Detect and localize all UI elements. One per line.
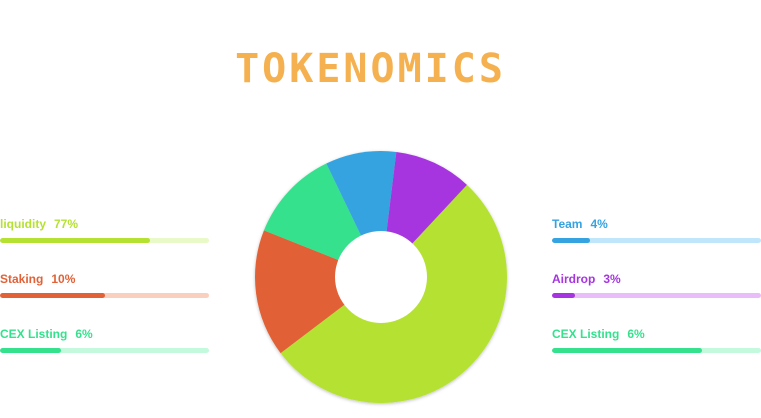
stat-name: CEX Listing: [552, 327, 620, 341]
progress-fill: [0, 348, 61, 353]
stat-team: Team 4%: [552, 216, 761, 243]
stat-staking: Staking 10%: [0, 271, 209, 298]
stat-label: CEX Listing 6%: [552, 326, 761, 342]
stat-name: liquidity: [0, 217, 46, 231]
stat-cex-listing-right: CEX Listing 6%: [552, 326, 761, 353]
stat-name: Team: [552, 217, 583, 231]
stat-name: Airdrop: [552, 272, 596, 286]
progress-track: [0, 348, 209, 353]
stat-label: CEX Listing 6%: [0, 326, 209, 342]
stat-percent: 4%: [590, 217, 608, 231]
stat-cex-listing-left: CEX Listing 6%: [0, 326, 209, 353]
stat-label: Team 4%: [552, 216, 761, 232]
progress-fill: [552, 238, 590, 243]
progress-fill: [0, 238, 151, 243]
stat-label: Staking 10%: [0, 271, 209, 287]
tokenomics-donut-chart: [254, 150, 507, 403]
progress-track: [0, 238, 209, 243]
stat-name: CEX Listing: [0, 327, 68, 341]
stat-name: Staking: [0, 272, 44, 286]
stat-percent: 3%: [603, 272, 621, 286]
progress-track: [0, 293, 209, 298]
progress-fill: [0, 293, 105, 298]
donut-hole: [335, 231, 427, 323]
progress-track: [552, 293, 761, 298]
stat-airdrop: Airdrop 3%: [552, 271, 761, 298]
progress-track: [552, 238, 761, 243]
progress-fill: [552, 293, 575, 298]
stat-percent: 77%: [54, 217, 79, 231]
stat-percent: 6%: [627, 327, 645, 341]
stat-percent: 10%: [51, 272, 76, 286]
page-title: TOKENOMICS: [235, 46, 506, 92]
stat-liquidity: liquidity 77%: [0, 216, 209, 243]
progress-track: [552, 348, 761, 353]
stat-percent: 6%: [75, 327, 93, 341]
stat-label: Airdrop 3%: [552, 271, 761, 287]
stat-label: liquidity 77%: [0, 216, 209, 232]
progress-fill: [552, 348, 703, 353]
